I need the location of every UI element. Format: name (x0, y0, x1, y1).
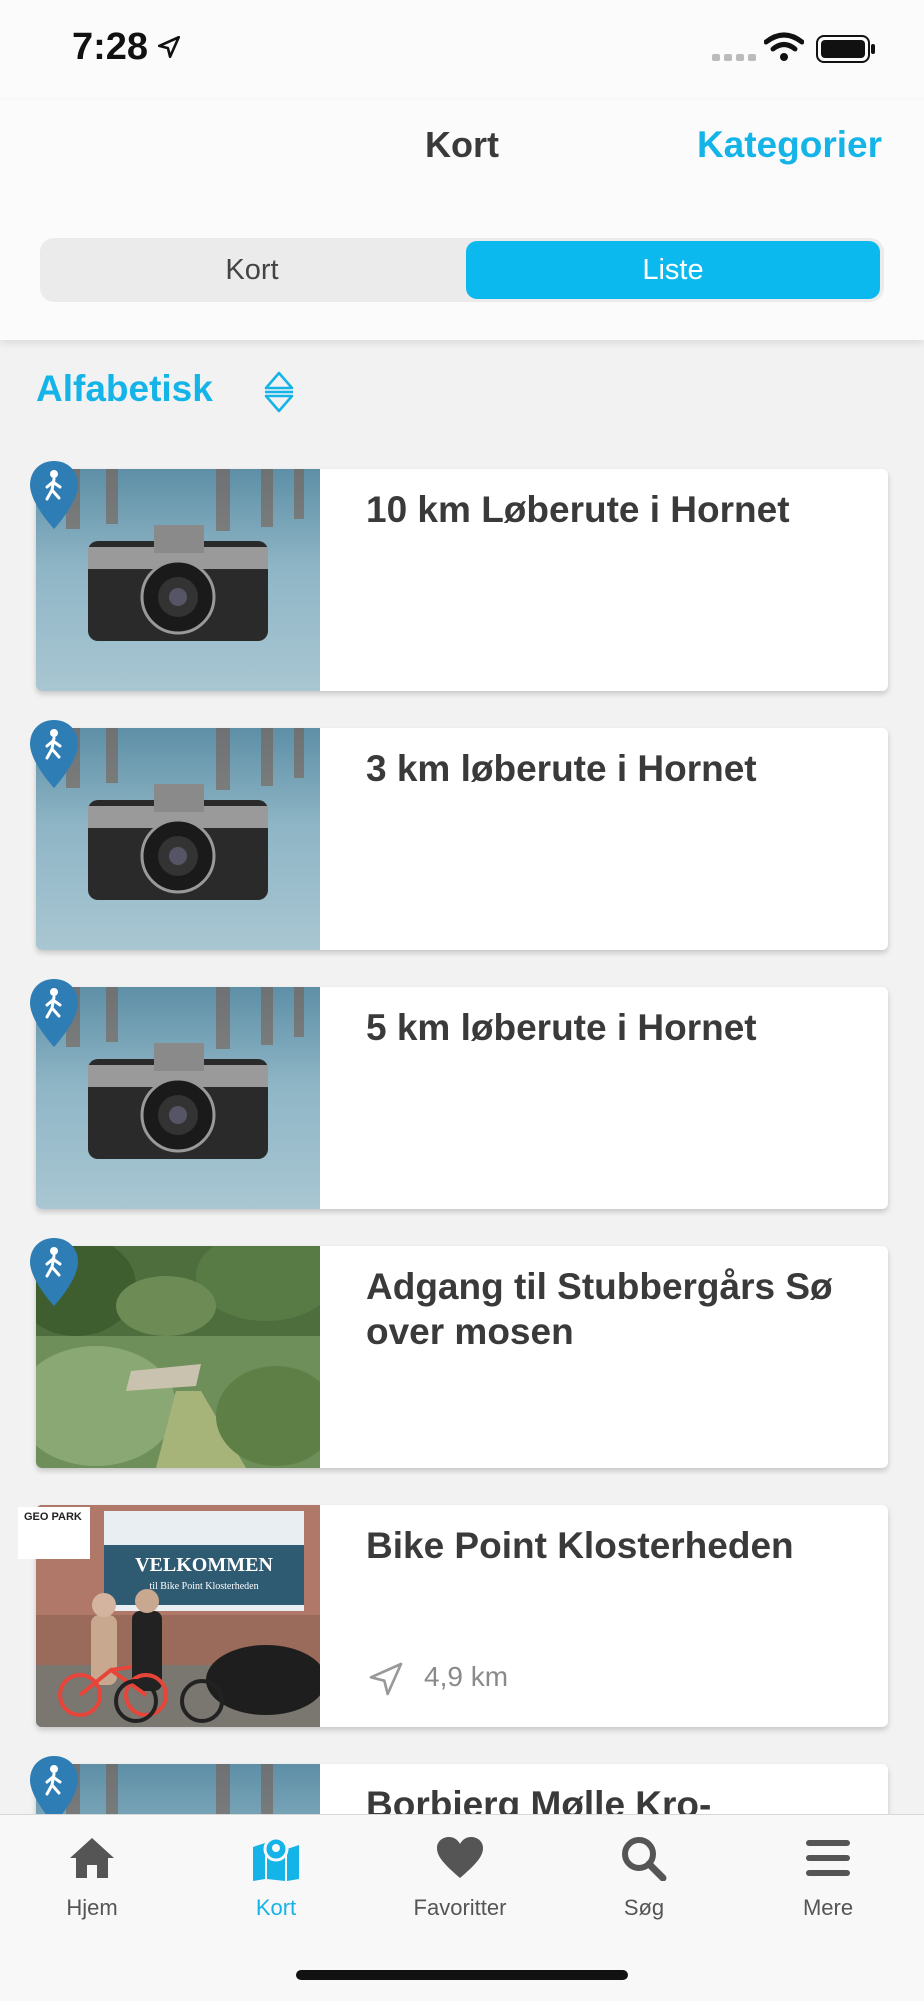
distance-info: 4,9 km (366, 1655, 508, 1699)
item-title: 5 km løberute i Hornet (366, 1007, 757, 1048)
banner-welcome-text: VELKOMMEN (135, 1554, 273, 1576)
tab-label: Hjem (66, 1895, 118, 1920)
categories-button[interactable]: Kategorier (697, 124, 882, 166)
navigation-bar: Kort Kategorier Kort Liste (0, 100, 924, 340)
battery-icon (816, 35, 875, 63)
status-bar: 7:28 (0, 0, 924, 100)
list-item[interactable]: VELKOMMEN til Bike Point Klosterheden GE… (18, 1505, 888, 1727)
search-icon (622, 1837, 667, 1881)
sort-order-icon[interactable] (262, 370, 296, 414)
segment-map[interactable]: Kort (43, 241, 461, 299)
walking-pin-icon (30, 461, 78, 529)
home-icon (70, 1838, 114, 1878)
tab-label: Favoritter (413, 1895, 507, 1920)
item-title: Adgang til Stubbergårs Sø over mosen (366, 1266, 833, 1352)
tab-more[interactable]: Mere (736, 1815, 920, 1935)
tab-map[interactable]: Kort (184, 1815, 368, 1935)
item-title: 3 km løberute i Hornet (366, 748, 757, 789)
menu-icon (806, 1840, 850, 1876)
view-segmented-control: Kort Liste (40, 238, 884, 302)
walking-pin-icon (30, 720, 78, 788)
walking-pin-icon (30, 1756, 78, 1814)
distance-text: 4,9 km (424, 1661, 509, 1692)
tab-label: Søg (623, 1895, 665, 1920)
list-item[interactable]: 10 km Løberute i Hornet (30, 461, 888, 691)
tab-label: Mere (802, 1895, 854, 1920)
tab-label: Kort (255, 1895, 297, 1920)
tab-home[interactable]: Hjem (0, 1815, 184, 1935)
navigation-arrow-icon (369, 1662, 403, 1695)
home-indicator[interactable] (296, 1970, 628, 1980)
walking-pin-icon (30, 1238, 78, 1306)
status-time: 7:28 (72, 26, 149, 68)
walking-pin-icon (30, 979, 78, 1047)
list-item[interactable]: Borbjerg Mølle Kro- (30, 1756, 888, 1814)
item-title: 10 km Løberute i Hornet (366, 489, 790, 530)
place-list: Alfabetisk 10 km Løberute i Hornet 3 km … (0, 340, 924, 1814)
wifi-icon (764, 32, 804, 61)
map-icon (253, 1836, 299, 1881)
sort-button[interactable]: Alfabetisk (36, 368, 213, 410)
tab-search[interactable]: Søg (552, 1815, 736, 1935)
geopark-logo: GEO PARK (18, 1507, 90, 1559)
item-title: Bike Point Klosterheden (366, 1525, 794, 1566)
item-title: Borbjerg Mølle Kro- (366, 1784, 712, 1814)
list-item[interactable]: Adgang til Stubbergårs Sø over mosen (30, 1238, 888, 1468)
location-arrow-icon (157, 35, 181, 59)
banner-subtext: til Bike Point Klosterheden (149, 1581, 258, 1592)
tab-favorites[interactable]: Favoritter (368, 1815, 552, 1935)
segment-list[interactable]: Liste (466, 241, 880, 299)
list-item[interactable]: 5 km løberute i Hornet (30, 979, 888, 1209)
list-item[interactable]: 3 km løberute i Hornet (30, 720, 888, 950)
signal-icon (712, 54, 756, 61)
heart-icon (437, 1837, 483, 1878)
